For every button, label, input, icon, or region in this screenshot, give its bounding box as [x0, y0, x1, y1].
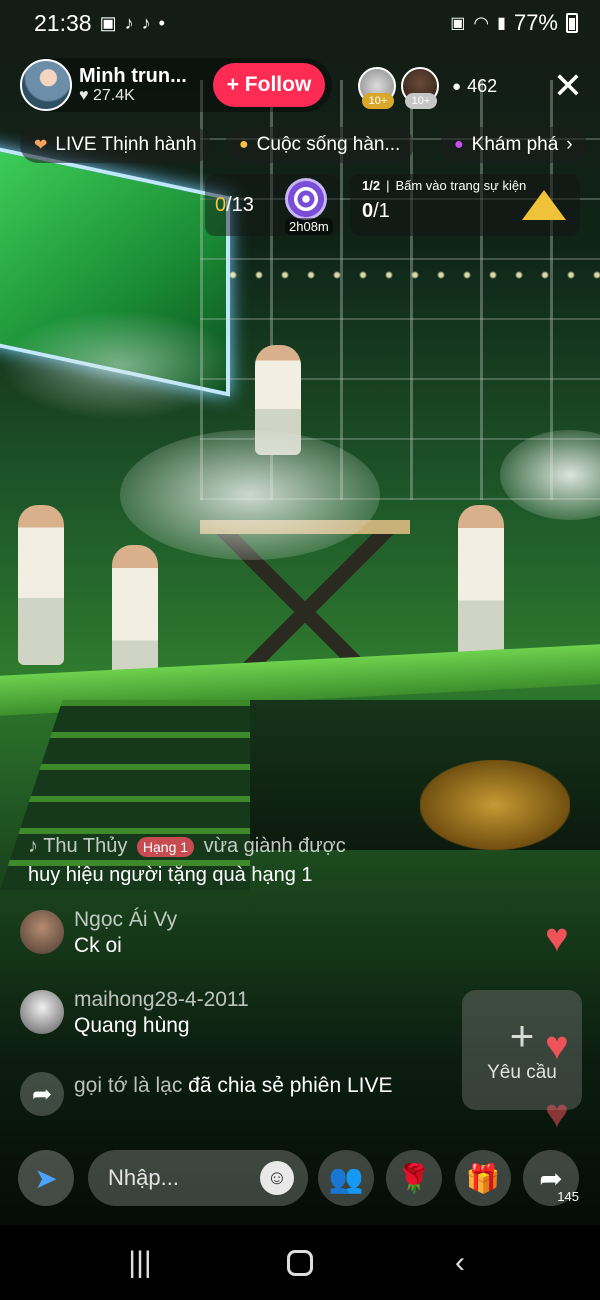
viewer-count-value: 462 — [467, 75, 498, 96]
rose-gift-button[interactable]: 🌹 — [386, 1150, 442, 1206]
tiktok-icon: ♪ — [124, 12, 134, 33]
stage-lights — [220, 265, 600, 285]
planet-icon: ● — [454, 136, 464, 153]
gift-button[interactable]: 🎁 — [455, 1150, 511, 1206]
people-icon: 👥 — [328, 1162, 364, 1194]
quest-progress-total: /13 — [226, 194, 254, 216]
quest-timer: 2h08m — [285, 218, 333, 235]
comment-text: Ck oi — [74, 934, 122, 957]
home-icon[interactable] — [270, 1233, 330, 1293]
system-navigation-bar: ||| ‹ — [0, 1225, 600, 1300]
share-button[interactable]: ➦ 145 — [523, 1150, 579, 1206]
coin-icon: ● — [239, 136, 249, 153]
host-likes: ♥ 27.4K — [79, 87, 187, 105]
heart-icon: ♥ — [545, 916, 569, 960]
send-arrow-icon: ➤ — [34, 1162, 58, 1194]
multi-guest-button[interactable]: 👥 — [318, 1150, 374, 1206]
chip-label: Khám phá — [471, 134, 559, 155]
status-bar: 21:38 ▣ ♪ ♪ • ▣ ◠ ▮ 77% — [0, 0, 600, 46]
comment-item[interactable]: maihong28-4-2011 Quang hùng — [20, 988, 460, 1038]
system-comment: ♪ Thu Thủy Hạng 1 vừa giành được huy hiệ… — [28, 832, 548, 890]
chip-label: Cuộc sống hàn... — [256, 134, 401, 155]
share-count: 145 — [557, 1189, 579, 1204]
top-viewer-avatar[interactable]: 10+ — [358, 67, 396, 109]
tent-icon — [522, 190, 566, 220]
battery-icon — [566, 13, 578, 33]
performer — [18, 505, 64, 665]
signal-icon: ▮ — [497, 15, 506, 32]
viewer-badge: 10+ — [405, 93, 437, 109]
rose-icon: 🌹 — [396, 1162, 432, 1194]
smoke-cloud — [120, 430, 380, 560]
comment-text: Quang hùng — [74, 1014, 190, 1037]
viewer-badge: 10+ — [362, 93, 394, 109]
host-avatar[interactable] — [20, 59, 72, 111]
share-notice: ➦ gọi tớ là lạc đã chia sẻ phiên LIVE — [20, 1072, 420, 1116]
chevron-right-icon: › — [566, 134, 573, 155]
host-name: Minh trun... — [79, 65, 187, 88]
system-comment-text: vừa giành được — [203, 835, 346, 857]
gallery-icon: ▣ — [99, 12, 117, 33]
chip-life[interactable]: ● Cuộc sống hàn... — [225, 127, 415, 163]
tiktok-icon: ♪ — [28, 835, 44, 857]
plus-icon: + — [509, 1012, 535, 1059]
lock-icon: ▣ — [450, 15, 466, 32]
event-progress-total: /1 — [373, 200, 390, 222]
dot-icon: • — [158, 12, 165, 33]
recent-apps-icon[interactable]: ||| — [110, 1233, 170, 1293]
share-icon: ➦ — [20, 1072, 64, 1116]
navigate-button[interactable]: ➤ — [18, 1150, 74, 1206]
comment-user[interactable]: maihong28-4-2011 — [74, 988, 249, 1012]
emoji-icon[interactable]: ☺ — [260, 1161, 294, 1195]
chip-explore[interactable]: ● Khám phá › — [440, 127, 587, 163]
heart-icon: ♥ — [545, 1092, 569, 1136]
tiktok-icon: ♪ — [141, 12, 151, 33]
top-viewer-avatar[interactable]: 10+ — [401, 67, 439, 109]
host-likes-count: 27.4K — [92, 87, 135, 105]
event-progress-done: 0 — [362, 200, 374, 222]
heart-icon: ❤ — [34, 137, 48, 154]
person-icon: ● — [452, 77, 462, 95]
battery-percent: 77% — [513, 10, 558, 35]
system-comment-text-2: huy hiệu người tặng quà hạng 1 — [28, 864, 313, 886]
viewer-count[interactable]: ● 462 — [452, 72, 497, 100]
heart-icon: ♥ — [545, 1024, 569, 1068]
comment-user[interactable]: Ngọc Ái Vy — [74, 908, 177, 932]
follow-button[interactable]: + Follow — [213, 63, 325, 107]
target-icon — [285, 178, 327, 220]
divider: | — [386, 178, 390, 193]
system-comment-user[interactable]: Thu Thủy — [43, 835, 127, 857]
event-progress: 0/1 — [362, 200, 390, 223]
gift-icon: 🎁 — [465, 1162, 501, 1194]
back-icon[interactable]: ‹ — [430, 1233, 490, 1293]
event-page: 1/2 — [362, 178, 381, 193]
event-hint: Bấm vào trang sự kiện — [395, 178, 527, 193]
comment-avatar[interactable] — [20, 990, 64, 1034]
heart-icon: ♥ — [79, 87, 93, 105]
chip-label: LIVE Thịnh hành — [55, 134, 197, 155]
status-time: 21:38 — [34, 9, 92, 36]
event-widget[interactable]: 1/2 | Bấm vào trang sự kiện 0/1 — [350, 174, 580, 236]
share-user[interactable]: gọi tớ là lạc — [74, 1074, 182, 1097]
quest-progress: 0/13 — [215, 194, 254, 217]
quest-widget[interactable]: 0/13 2h08m — [205, 174, 340, 236]
share-text: đã chia sẻ phiên LIVE — [188, 1074, 393, 1097]
quest-progress-done: 0 — [215, 194, 227, 216]
performer — [458, 505, 504, 670]
wifi-icon: ◠ — [473, 12, 490, 33]
bottom-action-bar: ➤ ☺ 👥 🌹 🎁 ➦ 145 — [0, 1145, 600, 1225]
comment-item[interactable]: Ngọc Ái Vy Ck oi — [20, 908, 460, 958]
chip-live-trending[interactable]: ❤ LIVE Thịnh hành — [20, 127, 211, 163]
rank-badge: Hạng 1 — [136, 836, 195, 857]
close-icon[interactable]: ✕ — [548, 66, 588, 106]
smoke-cloud — [0, 310, 240, 420]
comment-avatar[interactable] — [20, 910, 64, 954]
